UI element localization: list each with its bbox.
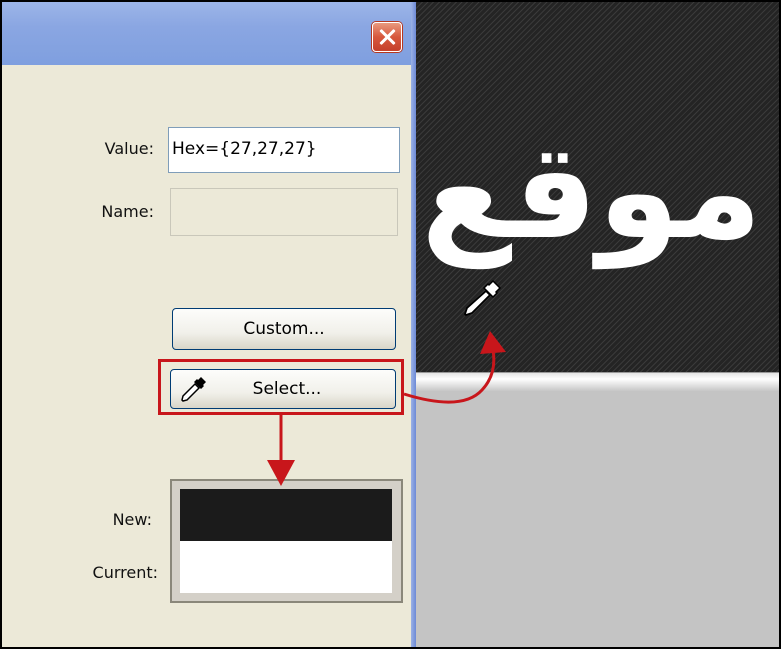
canvas-strip bbox=[416, 372, 779, 393]
color-preview bbox=[170, 479, 403, 603]
arabic-logo-text: موقع bbox=[421, 115, 763, 269]
current-color-swatch bbox=[180, 541, 392, 593]
current-label: Current: bbox=[92, 563, 158, 582]
value-input[interactable]: Hex={27,27,27} bbox=[168, 127, 400, 173]
value-label: Value: bbox=[104, 139, 154, 158]
close-icon[interactable] bbox=[372, 22, 402, 52]
eyedropper-cursor-icon bbox=[463, 279, 502, 317]
name-input[interactable] bbox=[170, 188, 398, 236]
new-label: New: bbox=[112, 510, 152, 529]
custom-button[interactable]: Custom... bbox=[172, 308, 396, 350]
screenshot-frame: Value: Hex={27,27,27} Name: Custom... Se… bbox=[2, 2, 779, 647]
name-label: Name: bbox=[101, 202, 154, 221]
new-color-swatch bbox=[180, 489, 392, 541]
dialog-titlebar[interactable] bbox=[2, 2, 411, 65]
canvas-gray-area[interactable] bbox=[416, 392, 779, 647]
color-picker-dialog: Value: Hex={27,27,27} Name: Custom... Se… bbox=[2, 2, 411, 647]
highlight-box bbox=[158, 359, 404, 415]
